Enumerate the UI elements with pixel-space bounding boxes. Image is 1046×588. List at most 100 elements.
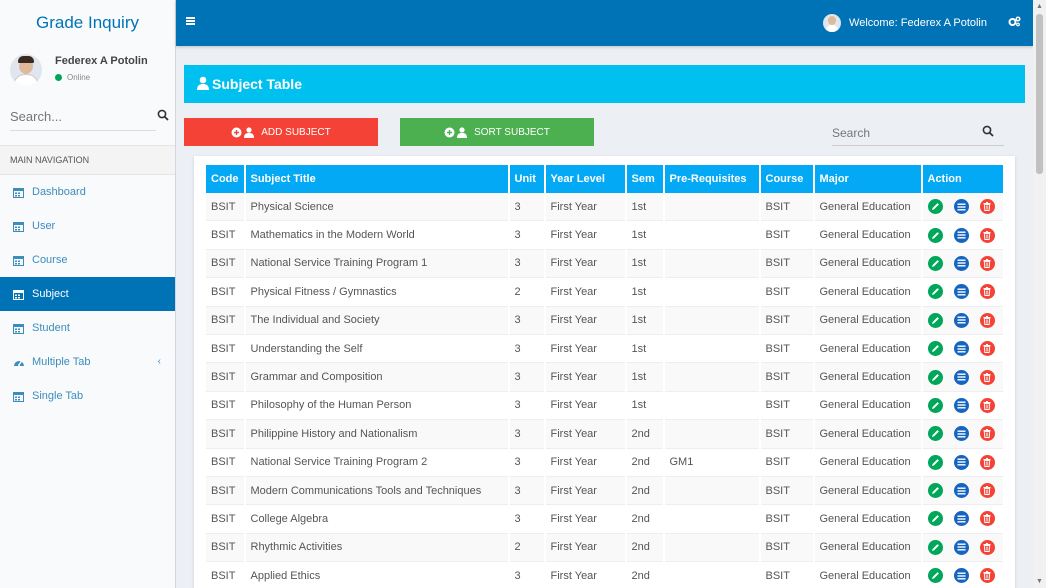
table-row: BSIT The Individual and Society 3 First Yea… bbox=[206, 306, 1003, 335]
view-list-icon[interactable] bbox=[953, 454, 969, 470]
trash-icon[interactable] bbox=[979, 369, 995, 385]
add-subject-button[interactable]: ADD SUBJECT bbox=[184, 118, 378, 146]
scroll-down-arrow-icon[interactable]: ▼ bbox=[1036, 578, 1043, 585]
trash-icon[interactable] bbox=[979, 284, 995, 300]
col-header-unit[interactable]: Unit bbox=[509, 165, 544, 193]
view-list-icon[interactable] bbox=[953, 483, 969, 499]
edit-icon[interactable] bbox=[927, 369, 943, 385]
cell-year-level: First Year bbox=[545, 392, 625, 421]
table-row: BSIT Physical Science 3 First Year 1st BSIT Ge… bbox=[206, 193, 1003, 222]
trash-icon[interactable] bbox=[979, 397, 995, 413]
view-list-icon[interactable] bbox=[953, 511, 969, 527]
edit-icon[interactable] bbox=[927, 199, 943, 215]
trash-icon[interactable] bbox=[979, 426, 995, 442]
view-list-icon[interactable] bbox=[953, 426, 969, 442]
col-header-course[interactable]: Course bbox=[760, 165, 813, 193]
edit-icon[interactable] bbox=[927, 227, 943, 243]
plus-user-icon bbox=[231, 126, 255, 138]
view-list-icon[interactable] bbox=[953, 255, 969, 271]
trash-icon[interactable] bbox=[979, 568, 995, 584]
edit-icon[interactable] bbox=[927, 312, 943, 328]
sidebar-item-label: Course bbox=[32, 254, 68, 266]
search-icon[interactable] bbox=[157, 109, 169, 124]
view-list-icon[interactable] bbox=[953, 312, 969, 328]
col-header-subject-title[interactable]: Subject Title bbox=[245, 165, 508, 193]
sidebar-item-dashboard[interactable]: Dashboard bbox=[0, 175, 175, 209]
view-list-icon[interactable] bbox=[953, 227, 969, 243]
cell-action bbox=[922, 306, 1003, 335]
brand-logo[interactable]: Grade Inquiry bbox=[0, 0, 175, 46]
cell-subject-title: The Individual and Society bbox=[245, 306, 508, 335]
trash-icon[interactable] bbox=[979, 511, 995, 527]
gears-icon[interactable] bbox=[1008, 16, 1021, 30]
cell-subject-title: Grammar and Composition bbox=[245, 363, 508, 392]
col-header-year-level[interactable]: Year Level bbox=[545, 165, 625, 193]
col-header-sem[interactable]: Sem bbox=[626, 165, 663, 193]
view-list-icon[interactable] bbox=[953, 284, 969, 300]
cell-sem: 2nd bbox=[626, 476, 663, 506]
col-header-major[interactable]: Major bbox=[814, 165, 921, 193]
table-search-input[interactable] bbox=[832, 125, 972, 140]
trash-icon[interactable] bbox=[979, 227, 995, 243]
sidebar-item-subject[interactable]: Subject bbox=[0, 277, 175, 311]
table-row: BSIT Rhythmic Activities 2 First Year 2nd BSI… bbox=[206, 533, 1003, 563]
cell-sem: 1st bbox=[626, 278, 663, 307]
view-list-icon[interactable] bbox=[953, 568, 969, 584]
sidebar-search-input[interactable] bbox=[10, 109, 130, 124]
table-row: BSIT Philippine History and Nationalism 3 F… bbox=[206, 420, 1003, 449]
sidebar-item-multiple-tab[interactable]: Multiple Tab ‹ bbox=[0, 345, 175, 379]
cell-unit: 3 bbox=[509, 363, 544, 392]
edit-icon[interactable] bbox=[927, 255, 943, 271]
trash-icon[interactable] bbox=[979, 255, 995, 271]
sidebar-item-student[interactable]: Student bbox=[0, 311, 175, 345]
cell-pre-requisites bbox=[664, 363, 759, 392]
edit-icon[interactable] bbox=[927, 426, 943, 442]
cell-action bbox=[922, 505, 1003, 534]
col-header-pre-requisites[interactable]: Pre-Requisites bbox=[664, 165, 759, 193]
view-list-icon[interactable] bbox=[953, 369, 969, 385]
page-scrollbar[interactable]: ▲ ▼ bbox=[1033, 0, 1046, 588]
scroll-up-arrow-icon[interactable]: ▲ bbox=[1036, 3, 1043, 10]
cell-unit: 2 bbox=[509, 278, 544, 307]
edit-icon[interactable] bbox=[927, 568, 943, 584]
cell-code: BSIT bbox=[206, 392, 244, 421]
cell-subject-title: Philippine History and Nationalism bbox=[245, 420, 508, 449]
cell-sem: 1st bbox=[626, 249, 663, 279]
trash-icon[interactable] bbox=[979, 454, 995, 470]
view-list-icon[interactable] bbox=[953, 341, 969, 357]
trash-icon[interactable] bbox=[979, 341, 995, 357]
scrollbar-thumb[interactable] bbox=[1036, 14, 1043, 174]
sidebar-item-course[interactable]: Course bbox=[0, 243, 175, 277]
col-header-code[interactable]: Code bbox=[206, 165, 244, 193]
sort-subject-button[interactable]: SORT SUBJECT bbox=[400, 118, 594, 146]
cell-course: BSIT bbox=[760, 505, 813, 534]
edit-icon[interactable] bbox=[927, 539, 943, 555]
trash-icon[interactable] bbox=[979, 199, 995, 215]
edit-icon[interactable] bbox=[927, 284, 943, 300]
trash-icon[interactable] bbox=[979, 312, 995, 328]
cell-course: BSIT bbox=[760, 249, 813, 279]
user-icon bbox=[196, 76, 210, 93]
edit-icon[interactable] bbox=[927, 483, 943, 499]
edit-icon[interactable] bbox=[927, 511, 943, 527]
user-menu[interactable]: Welcome: Federex A Potolin bbox=[823, 14, 987, 32]
cell-unit: 3 bbox=[509, 249, 544, 279]
view-list-icon[interactable] bbox=[953, 199, 969, 215]
cell-pre-requisites: GM1 bbox=[664, 449, 759, 477]
sidebar-item-user[interactable]: User bbox=[0, 209, 175, 243]
chevron-left-icon[interactable]: ‹ bbox=[158, 356, 161, 367]
cell-pre-requisites bbox=[665, 562, 759, 588]
edit-icon[interactable] bbox=[927, 397, 943, 413]
hamburger-menu-icon[interactable] bbox=[186, 17, 195, 25]
trash-icon[interactable] bbox=[979, 539, 995, 555]
trash-icon[interactable] bbox=[979, 483, 995, 499]
view-list-icon[interactable] bbox=[953, 539, 969, 555]
user-status: Online bbox=[55, 73, 148, 82]
edit-icon[interactable] bbox=[927, 454, 943, 470]
edit-icon[interactable] bbox=[927, 341, 943, 357]
sidebar-item-single-tab[interactable]: Single Tab bbox=[0, 379, 175, 413]
cell-year-level: First Year bbox=[545, 476, 625, 506]
view-list-icon[interactable] bbox=[953, 397, 969, 413]
cell-subject-title: National Service Training Program 1 bbox=[245, 249, 508, 279]
search-icon[interactable] bbox=[982, 125, 994, 140]
